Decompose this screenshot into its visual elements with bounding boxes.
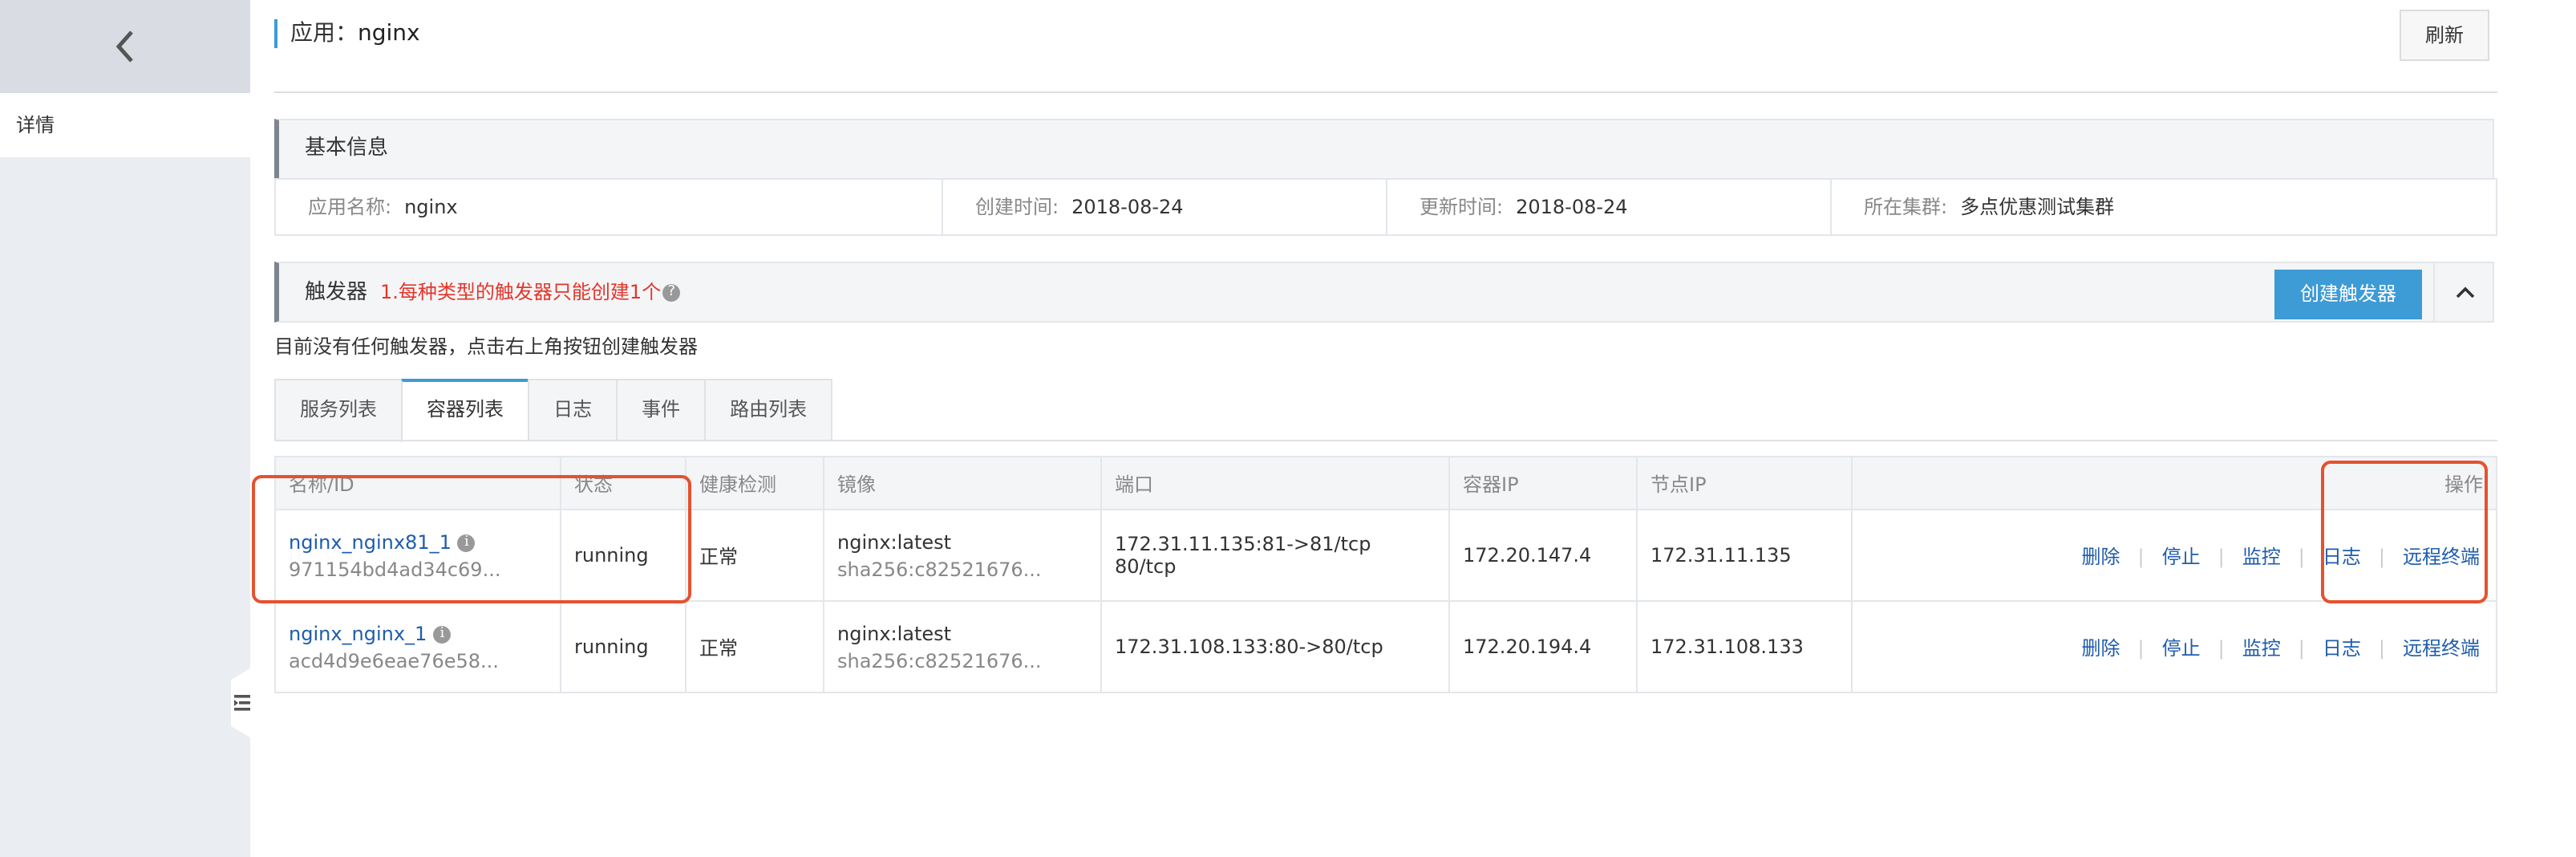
cell-status: running (560, 509, 687, 602)
cell-port: 172.31.11.135:81->81/tcp 80/tcp (1100, 509, 1450, 602)
info-icon[interactable]: i (457, 534, 476, 551)
basic-info-row: 应用名称: nginx 创建时间: 2018-08-24 更新时间: 2018-08-… (274, 178, 2497, 236)
info-cluster-label: 所在集群: (1864, 196, 1948, 218)
tab-bar: 服务列表 容器列表 日志 事件 路由列表 (274, 379, 833, 443)
trigger-tip: 1.每种类型的触发器只能创建1个 (380, 281, 662, 303)
help-icon[interactable]: ? (662, 284, 681, 302)
container-id: acd4d9e6eae76e58... (289, 649, 499, 672)
cell-image: nginx:latest sha256:c82521676... (823, 600, 1102, 693)
cell-health: 正常 (685, 509, 824, 602)
cell-node-ip: 172.31.11.135 (1636, 509, 1853, 602)
basic-info-title: 基本信息 (305, 136, 389, 160)
terminal-button[interactable]: 远程终端 (2403, 545, 2480, 567)
info-icon[interactable]: i (433, 625, 452, 643)
container-table: 名称/ID 状态 健康检测 镜像 端口 容器IP 节点IP 操作 nginx_n… (274, 456, 2497, 693)
terminal-button[interactable]: 远程终端 (2403, 636, 2480, 659)
info-cluster-value: 多点优惠测试集群 (1960, 196, 2115, 218)
col-header-port: 端口 (1100, 456, 1450, 510)
cell-container-ip: 172.20.194.4 (1448, 600, 1638, 693)
image-name: nginx:latest (837, 530, 952, 553)
info-created-value: 2018-08-24 (1071, 196, 1184, 218)
tab-container-list[interactable]: 容器列表 (401, 379, 529, 443)
tab-route-list[interactable]: 路由列表 (704, 379, 833, 441)
trigger-empty-text: 目前没有任何触发器，点击右上角按钮创建触发器 (274, 335, 699, 358)
cell-health: 正常 (685, 600, 824, 693)
cell-name: nginx_nginx81_1 i 971154bd4ad34c69... (274, 509, 561, 602)
create-trigger-button[interactable]: 创建触发器 (2274, 270, 2422, 319)
col-header-health: 健康检测 (685, 456, 824, 510)
info-app-name-value: nginx (404, 196, 458, 218)
cell-node-ip: 172.31.108.133 (1636, 600, 1853, 693)
stop-button[interactable]: 停止 (2162, 545, 2201, 567)
image-sha: sha256:c82521676... (837, 558, 1042, 580)
cell-image: nginx:latest sha256:c82521676... (823, 509, 1102, 602)
info-app-name-label: 应用名称: (308, 196, 392, 218)
chevron-left-icon (115, 30, 133, 63)
info-updated-label: 更新时间: (1420, 196, 1504, 218)
page-title-prefix: 应用： (290, 21, 358, 47)
table-row: nginx_nginx81_1 i 971154bd4ad34c69... run… (274, 509, 2497, 602)
image-sha: sha256:c82521676... (837, 649, 1042, 672)
container-id: 971154bd4ad34c69... (289, 558, 501, 580)
page-title-app-name: nginx (358, 21, 420, 47)
log-button[interactable]: 日志 (2323, 545, 2361, 567)
col-header-node-ip: 节点IP (1636, 456, 1853, 510)
table-row: nginx_nginx_1 i acd4d9e6eae76e58... runni… (274, 600, 2497, 693)
tab-events[interactable]: 事件 (616, 379, 705, 441)
image-name: nginx:latest (837, 622, 952, 644)
menu-collapse-icon (234, 695, 250, 711)
col-header-container-ip: 容器IP (1448, 456, 1638, 510)
info-cluster: 所在集群: 多点优惠测试集群 (1832, 180, 2496, 234)
stop-button[interactable]: 停止 (2162, 636, 2201, 659)
table-header-row: 名称/ID 状态 健康检测 镜像 端口 容器IP 节点IP 操作 (274, 456, 2497, 510)
main-content: 应用：nginx 刷新 基本信息 应用名称: nginx 创建时间: 2018-08… (250, 0, 2576, 857)
col-header-name: 名称/ID (274, 456, 561, 510)
port-mapping: 172.31.108.133:80->80/tcp (1115, 636, 1383, 658)
basic-info-header: 基本信息 (274, 119, 2494, 180)
tab-logs[interactable]: 日志 (528, 379, 617, 441)
page-title: 应用：nginx (274, 19, 420, 48)
divider (274, 91, 2497, 93)
trigger-title-wrap: 触发器 1.每种类型的触发器只能创建1个? (305, 263, 681, 323)
cell-status: running (560, 600, 687, 693)
trigger-title: 触发器 (305, 281, 368, 305)
info-created: 创建时间: 2018-08-24 (943, 180, 1387, 234)
delete-button[interactable]: 删除 (2081, 636, 2120, 659)
tab-service-list[interactable]: 服务列表 (274, 379, 402, 441)
info-updated-value: 2018-08-24 (1516, 196, 1628, 218)
monitor-button[interactable]: 监控 (2242, 636, 2281, 659)
back-button[interactable] (0, 0, 250, 93)
cell-ops: 删除 | 停止 | 监控 | 日志 | 远程终端 (1851, 509, 2497, 602)
info-created-label: 创建时间: (975, 196, 1059, 218)
trigger-header: 触发器 1.每种类型的触发器只能创建1个? (274, 262, 2494, 323)
info-app-name: 应用名称: nginx (276, 180, 943, 234)
cell-port: 172.31.108.133:80->80/tcp (1100, 600, 1450, 693)
monitor-button[interactable]: 监控 (2242, 545, 2281, 567)
port-mapping: 172.31.11.135:81->81/tcp (1115, 533, 1371, 555)
delete-button[interactable]: 删除 (2081, 545, 2120, 567)
col-header-ops: 操作 (1851, 456, 2497, 510)
refresh-button[interactable]: 刷新 (2400, 10, 2489, 61)
col-header-status: 状态 (560, 456, 687, 510)
chevron-up-icon (2456, 286, 2475, 299)
log-button[interactable]: 日志 (2323, 636, 2361, 659)
port-exposed: 80/tcp (1115, 555, 1177, 578)
tabs-divider (274, 440, 2497, 441)
sidebar: 详情 (0, 0, 250, 857)
cell-container-ip: 172.20.147.4 (1448, 509, 1638, 602)
container-name-link[interactable]: nginx_nginx81_1 (289, 530, 452, 553)
cell-ops: 删除 | 停止 | 监控 | 日志 | 远程终端 (1851, 600, 2497, 693)
col-header-image: 镜像 (823, 456, 1102, 510)
sidebar-item-detail[interactable]: 详情 (0, 93, 250, 157)
collapse-trigger-button[interactable] (2433, 262, 2496, 323)
container-name-link[interactable]: nginx_nginx_1 (289, 622, 427, 644)
info-updated: 更新时间: 2018-08-24 (1387, 180, 1832, 234)
cell-name: nginx_nginx_1 i acd4d9e6eae76e58... (274, 600, 561, 693)
